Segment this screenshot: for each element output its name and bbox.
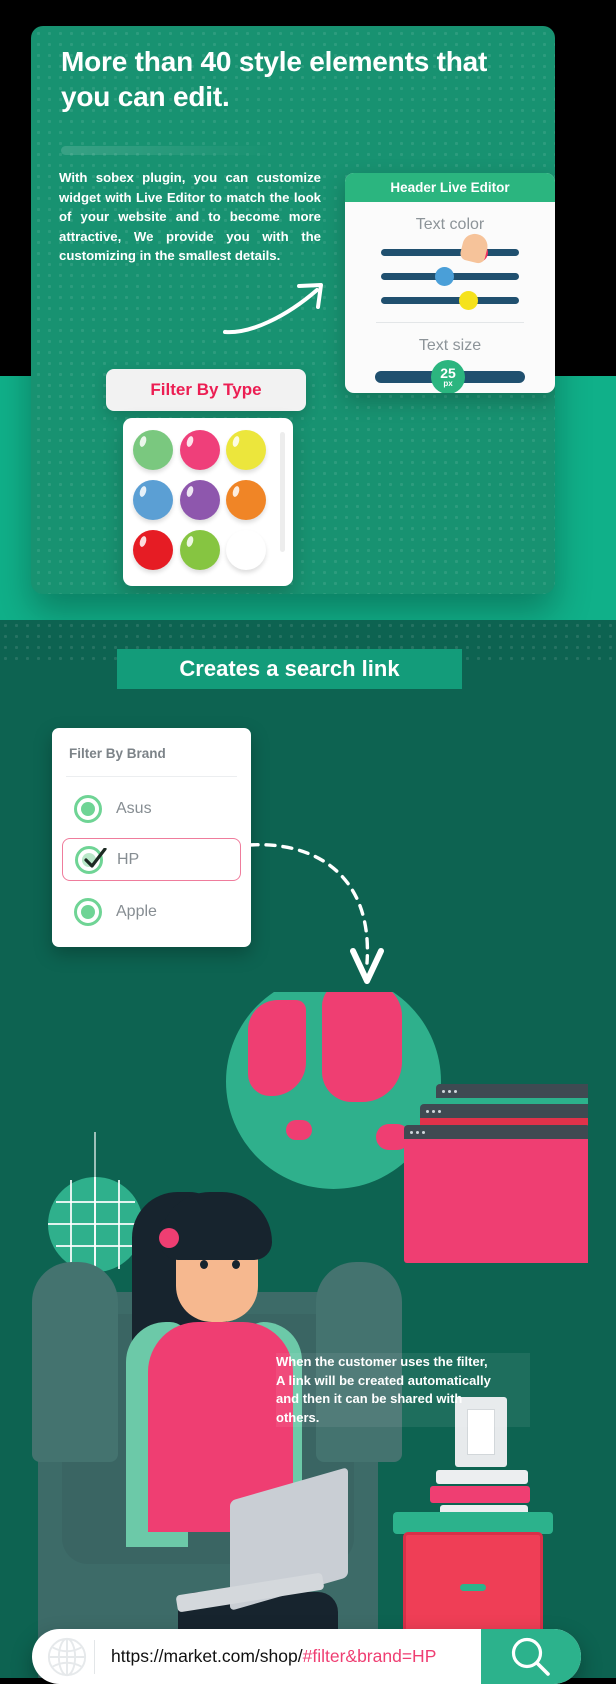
- section2-paragraph: When the customer uses the filter, A lin…: [276, 1353, 530, 1427]
- brand-option-asus[interactable]: Asus: [62, 787, 241, 830]
- color-sliders[interactable]: [345, 231, 555, 318]
- search-icon: [511, 1637, 550, 1676]
- swatch-purple[interactable]: [179, 480, 220, 520]
- filter-by-type-card[interactable]: [123, 418, 293, 586]
- swatch-pink[interactable]: [179, 430, 220, 470]
- armchair-arm-left: [32, 1262, 118, 1462]
- text-size-label: Text size: [418, 337, 482, 354]
- size-number: 25: [440, 365, 456, 381]
- woman-on-laptop-illustration: [28, 992, 588, 1678]
- swatch-green-light[interactable]: [133, 430, 173, 470]
- swatch-yellow[interactable]: [226, 430, 267, 470]
- search-bar[interactable]: https://market.com/shop/#filter&brand=HP: [32, 1629, 581, 1684]
- section2-banner: Creates a search link: [117, 649, 462, 689]
- radio-icon-unselected[interactable]: [74, 897, 102, 926]
- drawer-handle: [460, 1584, 486, 1591]
- radio-icon-unselected[interactable]: [74, 794, 102, 823]
- page-title: More than 40 style elements that you can…: [61, 46, 488, 112]
- slider-knob-blue[interactable]: [435, 267, 454, 286]
- swatch-blue[interactable]: [133, 480, 173, 520]
- swatch-green[interactable]: [179, 530, 220, 570]
- size-value-bubble[interactable]: 25 px: [431, 360, 465, 393]
- slider-row-yellow[interactable]: [381, 291, 519, 310]
- divider: [66, 776, 237, 777]
- paragraph-line: and then it can be shared with: [276, 1390, 530, 1409]
- scrollbar[interactable]: [280, 432, 285, 552]
- swatch-orange[interactable]: [226, 480, 267, 520]
- brand-option-hp[interactable]: HP: [62, 838, 241, 881]
- check-icon: [84, 847, 107, 868]
- section1-card: More than 40 style elements that you can…: [31, 26, 555, 594]
- url-text[interactable]: https://market.com/shop/#filter&brand=HP: [111, 1646, 436, 1667]
- section1-body-text: With sobex plugin, you can customize wid…: [59, 170, 321, 263]
- divider: [376, 322, 524, 323]
- color-swatch-grid[interactable]: [133, 430, 267, 570]
- hand-pointer-icon: [458, 231, 491, 265]
- radio-icon-selected[interactable]: [75, 845, 107, 874]
- slider-track[interactable]: [381, 249, 519, 256]
- browser-window-front: [404, 1125, 588, 1263]
- side-table-top: [393, 1512, 553, 1534]
- eye-right: [232, 1260, 240, 1269]
- book-pink: [430, 1486, 530, 1503]
- brand-option-label: Apple: [116, 902, 157, 920]
- live-editor-title: Header Live Editor: [345, 173, 555, 202]
- filter-by-brand-title: Filter By Brand: [69, 746, 166, 761]
- slider-row-blue[interactable]: [381, 267, 519, 286]
- brand-option-label: HP: [117, 850, 140, 868]
- filter-by-type-label: Filter By Type: [150, 380, 262, 399]
- url-fragment: #filter&brand=HP: [302, 1646, 437, 1666]
- eye-left: [200, 1260, 208, 1269]
- swatch-magenta[interactable]: [226, 530, 266, 570]
- paragraph-line: A link will be created automatically: [276, 1371, 530, 1390]
- book-white-top: [436, 1470, 528, 1484]
- brand-option-label: Asus: [116, 799, 152, 817]
- filter-by-brand-card[interactable]: Filter By Brand Asus HP Apple: [52, 728, 251, 947]
- size-unit: px: [443, 379, 453, 388]
- curved-arrow-icon: [223, 283, 323, 335]
- brand-option-apple[interactable]: Apple: [62, 890, 241, 933]
- slider-knob-yellow[interactable]: [459, 291, 478, 310]
- filter-by-type-pill[interactable]: Filter By Type: [106, 369, 306, 411]
- section-search-link: Creates a search link Filter By Brand As…: [0, 620, 616, 1684]
- slider-track[interactable]: [381, 297, 519, 304]
- slider-row-red[interactable]: [381, 231, 519, 265]
- hair-scrunchie: [159, 1228, 179, 1248]
- divider: [94, 1639, 95, 1674]
- dashed-curved-arrow-icon: [247, 843, 384, 984]
- globe-icon: [47, 1637, 87, 1676]
- swatch-red[interactable]: [133, 530, 173, 570]
- paragraph-line: When the customer uses the filter,: [276, 1353, 530, 1372]
- url-base: https://market.com/shop/: [111, 1646, 303, 1666]
- text-color-label: Text color: [415, 216, 485, 233]
- paragraph-line: others.: [276, 1408, 530, 1427]
- title-underline: [61, 146, 276, 155]
- section2-title: Creates a search link: [179, 656, 400, 681]
- section-style-elements: More than 40 style elements that you can…: [0, 0, 616, 620]
- search-button[interactable]: [481, 1629, 581, 1684]
- text-size-slider[interactable]: 25 px: [375, 360, 525, 393]
- header-live-editor-panel[interactable]: Header Live Editor Text color Text size …: [345, 173, 555, 393]
